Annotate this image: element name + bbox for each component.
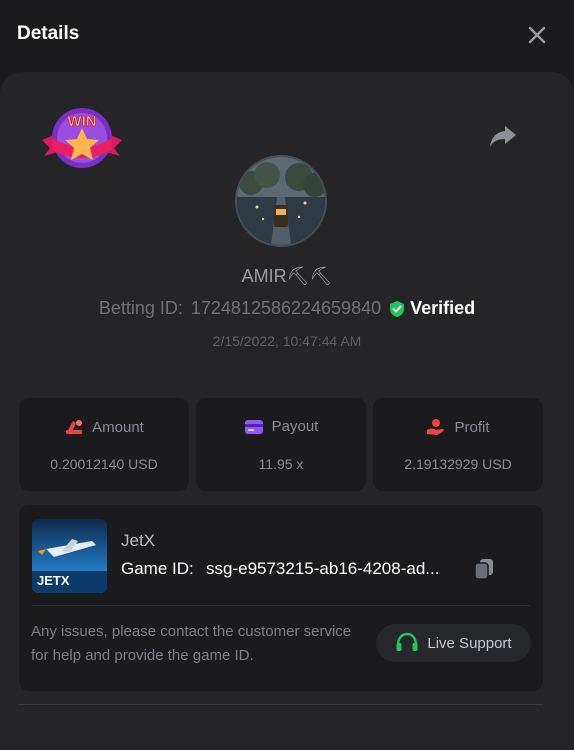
username: AMIR⛏⛏: [241, 266, 333, 286]
live-support-button[interactable]: Live Support: [376, 624, 531, 662]
win-star-badge-icon: WIN: [42, 108, 122, 168]
close-icon: [528, 26, 546, 44]
bottom-divider: [19, 704, 543, 705]
shield-check-icon: [390, 300, 405, 317]
win-badge: WIN: [36, 104, 128, 174]
betting-id-label: Betting ID:: [98, 298, 183, 318]
payout-value: 11.95 x: [258, 456, 304, 472]
jetx-logo-icon: JETX: [32, 519, 107, 593]
payout-card-icon: [244, 419, 263, 434]
game-thumbnail[interactable]: JETX: [32, 519, 107, 593]
verified-label: Verified: [410, 298, 476, 318]
profit-label: Profit: [454, 418, 490, 436]
game-id-value: ssg-e9573215-ab16-4208-ad...: [206, 559, 440, 578]
game-thumb-text: JETX: [37, 573, 70, 588]
betting-id-row: Betting ID: 1724812586224659840 Verified: [0, 298, 574, 319]
win-badge-text: WIN: [67, 113, 96, 130]
header: Details: [0, 0, 574, 72]
verified-badge: Verified: [389, 298, 475, 319]
profit-card: Profit 2.19132929 USD: [373, 398, 543, 491]
profit-hand-icon: [427, 419, 445, 435]
share-icon: [490, 126, 516, 147]
avatar-image: [237, 157, 325, 245]
betting-id-value: 1724812586224659840: [190, 298, 382, 318]
timestamp: 2/15/2022, 10:47:44 AM: [212, 333, 362, 349]
game-name: JetX: [121, 531, 156, 550]
payout-label: Payout: [271, 418, 319, 435]
payout-card: Payout 11.95 x: [196, 398, 366, 491]
copy-icon: [474, 559, 493, 580]
game-card: JETX JetX Game ID: ssg-e9573215-ab16-420…: [19, 505, 543, 691]
copy-button[interactable]: [473, 557, 495, 581]
divider: [32, 605, 530, 606]
amount-card: Amount 0.20012140 USD: [19, 398, 189, 491]
share-button[interactable]: [488, 124, 518, 150]
live-support-label: Live Support: [427, 634, 512, 652]
game-id-label: Game ID:: [121, 559, 194, 578]
page-title: Details: [17, 23, 80, 44]
amount-value: 0.20012140 USD: [50, 456, 158, 472]
amount-icon: [66, 420, 83, 434]
headset-icon: [396, 632, 418, 651]
close-button[interactable]: [522, 20, 552, 50]
help-text: Any issues, please contact the customer …: [31, 623, 352, 664]
profit-value: 2.19132929 USD: [404, 456, 512, 472]
avatar: [235, 155, 327, 247]
amount-label: Amount: [92, 418, 144, 436]
